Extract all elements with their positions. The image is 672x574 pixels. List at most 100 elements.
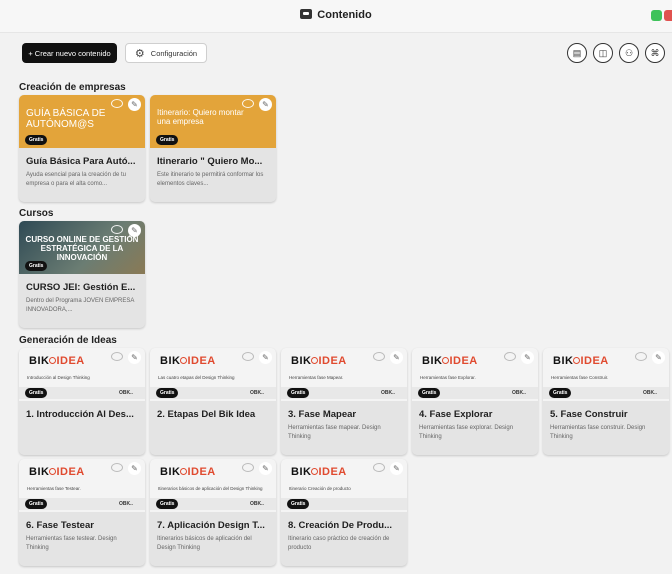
thumbnail-text: CURSO ONLINE DE GESTIÓN ESTRATÉGICA DE L… — [25, 235, 139, 262]
card-title: Itinerario " Quiero Mo... — [157, 156, 263, 167]
logo-text-idea: IDEA — [580, 355, 609, 367]
eye-icon[interactable] — [504, 352, 516, 361]
logo-text-bik: BIK — [29, 466, 50, 478]
bik-idea-logo: BIK IDEA — [160, 355, 216, 367]
create-content-button[interactable]: + Crear nuevo contenido — [22, 43, 117, 63]
bik-idea-logo: BIK IDEA — [29, 466, 85, 478]
edit-pencil-icon[interactable]: ✎ — [128, 462, 141, 475]
content-card[interactable]: GUÍA BÁSICA DE AUTÓNOM@S Gratis ✎ Guía Bási… — [19, 95, 145, 202]
card-thumbnail: CURSO ONLINE DE GESTIÓN ESTRATÉGICA DE L… — [19, 221, 145, 274]
edit-pencil-icon[interactable]: ✎ — [390, 462, 403, 475]
logo-text-bik: BIK — [160, 355, 181, 367]
card-description: Ayuda esencial para la creación de tu em… — [26, 172, 126, 187]
edit-pencil-icon[interactable]: ✎ — [521, 351, 534, 364]
edit-pencil-icon[interactable]: ✎ — [652, 351, 665, 364]
section-title: Creación de empresas — [19, 82, 126, 93]
eye-icon[interactable] — [242, 463, 254, 472]
card-description: Herramientas fase mapear. Design Thinkin… — [288, 425, 381, 440]
eye-icon[interactable] — [242, 352, 254, 361]
card-title: 6. Fase Testear — [26, 520, 94, 531]
window-title: Contenido — [0, 9, 672, 21]
logo-text-idea: IDEA — [318, 355, 347, 367]
card-description: Itinerarios básicos de aplicación del De… — [157, 536, 252, 551]
card-title: 1. Introducción Al Des... — [26, 409, 134, 420]
bik-idea-logo: BIK IDEA — [160, 466, 216, 478]
edit-pencil-icon[interactable]: ✎ — [259, 98, 272, 111]
logo-text-bik: BIK — [29, 355, 50, 367]
logo-text-idea: IDEA — [56, 355, 85, 367]
users-button[interactable]: ⚇ — [619, 43, 639, 63]
thumbnail-subtitle: Herramientas fase Mapear. — [289, 375, 344, 380]
content-card[interactable]: BIK IDEA Introducción al Design Thinking OB… — [19, 348, 145, 455]
close-button[interactable] — [664, 10, 672, 21]
users-icon: ⚇ — [624, 47, 634, 58]
content-app-icon — [300, 9, 313, 19]
card-description: Herramientas fase testear. Design Thinki… — [26, 536, 117, 551]
sitemap-button[interactable]: ⌘ — [645, 43, 665, 63]
book-button[interactable]: ◫ — [593, 43, 613, 63]
bik-idea-logo: BIK IDEA — [553, 355, 609, 367]
eye-icon[interactable] — [111, 99, 123, 108]
maximize-button[interactable] — [651, 10, 662, 21]
content-card[interactable]: Itinerario: Quiero montar una empresa Gra… — [150, 95, 276, 202]
card-thumbnail: BIK IDEA Itinerarios básicos de aplicación… — [150, 459, 276, 512]
window-titlebar: Contenido — [0, 0, 672, 33]
strip-text: OBK.. — [119, 501, 133, 507]
content-card[interactable]: CURSO ONLINE DE GESTIÓN ESTRATÉGICA DE L… — [19, 221, 145, 328]
eye-icon[interactable] — [242, 99, 254, 108]
free-badge: Gratis — [287, 388, 310, 398]
eye-icon[interactable] — [373, 463, 385, 472]
card-description: Itinerario caso práctico de creación de … — [288, 536, 390, 551]
card-thumbnail: BIK IDEA Herramientas fase Testear. OBK.. Gr… — [19, 459, 145, 512]
card-thumbnail: BIK IDEA Herramientas fase Mapear. OBK.. Gra… — [281, 348, 407, 401]
logo-text-idea: IDEA — [187, 355, 216, 367]
thumbnail-subtitle: Itinerarios básicos de aplicación del De… — [158, 486, 263, 491]
logo-text-idea: IDEA — [187, 466, 216, 478]
thumbnail-subtitle: Herramientas fase Explorar. — [420, 375, 476, 380]
eye-icon[interactable] — [111, 463, 123, 472]
content-card[interactable]: BIK IDEA Itinerario Creación de producto Gr… — [281, 459, 407, 566]
edit-pencil-icon[interactable]: ✎ — [128, 351, 141, 364]
content-card[interactable]: BIK IDEA Herramientas fase Testear. OBK.. Gr… — [19, 459, 145, 566]
thumbnail-subtitle: Herramientas fase Construir. — [551, 375, 609, 380]
logo-text-bik: BIK — [422, 355, 443, 367]
eye-icon[interactable] — [635, 352, 647, 361]
strip-text: OBK.. — [512, 390, 526, 396]
free-badge: Gratis — [156, 135, 179, 145]
configuration-button[interactable]: ⚙ Configuración — [125, 43, 207, 63]
card-description: Dentro del Programa JOVEN EMPRESA INNOVA… — [26, 298, 135, 313]
free-badge: Gratis — [156, 499, 179, 509]
thumbnail-text: Itinerario: Quiero montar una empresa — [157, 108, 244, 126]
edit-pencil-icon[interactable]: ✎ — [128, 224, 141, 237]
eye-icon[interactable] — [111, 352, 123, 361]
edit-pencil-icon[interactable]: ✎ — [259, 351, 272, 364]
document-button[interactable]: ▤ — [567, 43, 587, 63]
card-description: Herramientas fase explorar. Design Think… — [419, 425, 514, 440]
logo-text-bik: BIK — [160, 466, 181, 478]
free-badge: Gratis — [25, 135, 48, 145]
eye-icon[interactable] — [373, 352, 385, 361]
card-description: Herramientas fase construir. Design Thin… — [550, 425, 646, 440]
free-badge: Gratis — [25, 261, 48, 271]
logo-text-bik: BIK — [553, 355, 574, 367]
content-card[interactable]: BIK IDEA Las cuatro etapas del Design Thin… — [150, 348, 276, 455]
edit-pencil-icon[interactable]: ✎ — [390, 351, 403, 364]
logo-text-idea: IDEA — [56, 466, 85, 478]
card-thumbnail: BIK IDEA Herramientas fase Explorar. OBK.. G… — [412, 348, 538, 401]
content-card[interactable]: BIK IDEA Herramientas fase Mapear. OBK.. Gra… — [281, 348, 407, 455]
document-icon: ▤ — [572, 47, 582, 58]
free-badge: Gratis — [156, 388, 179, 398]
card-thumbnail: GUÍA BÁSICA DE AUTÓNOM@S Gratis ✎ — [19, 95, 145, 148]
card-title: 7. Aplicación Design T... — [157, 520, 265, 531]
edit-pencil-icon[interactable]: ✎ — [128, 98, 141, 111]
strip-text: OBK.. — [643, 390, 657, 396]
card-thumbnail: BIK IDEA Itinerario Creación de producto Gr… — [281, 459, 407, 512]
content-card[interactable]: BIK IDEA Itinerarios básicos de aplicación… — [150, 459, 276, 566]
card-description: Este itinerario te permitirá conformar l… — [157, 172, 264, 187]
content-card[interactable]: BIK IDEA Herramientas fase Explorar. OBK.. G… — [412, 348, 538, 455]
card-thumbnail: BIK IDEA Introducción al Design Thinking OB… — [19, 348, 145, 401]
content-card[interactable]: BIK IDEA Herramientas fase Construir. OBK..… — [543, 348, 669, 455]
edit-pencil-icon[interactable]: ✎ — [259, 462, 272, 475]
eye-icon[interactable] — [111, 225, 123, 234]
free-badge: Gratis — [25, 499, 48, 509]
